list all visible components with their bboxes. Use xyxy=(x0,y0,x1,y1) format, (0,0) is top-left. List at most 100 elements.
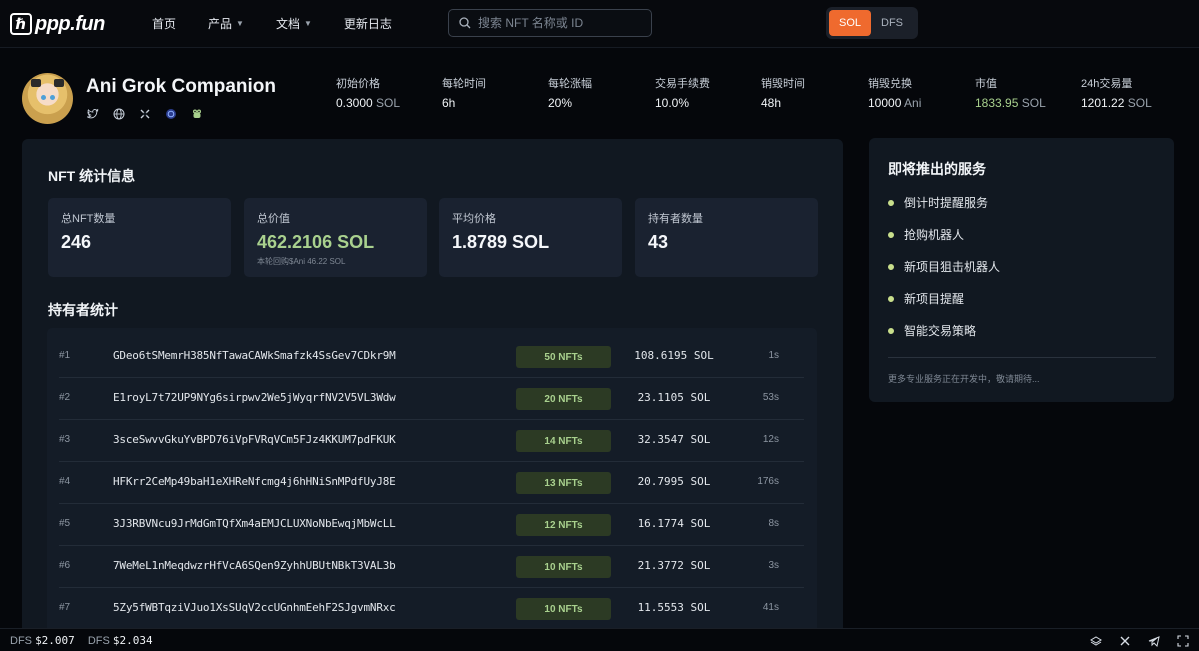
table-row[interactable]: #4 HFKrr2CeMp49baH1eXHReNfcmg4j6hHNiSnMP… xyxy=(59,462,804,504)
nav-home[interactable]: 首页 xyxy=(152,15,176,32)
ticker-price: $2.034 xyxy=(112,634,153,647)
nft-count-badge: 20 NFTs xyxy=(516,388,611,410)
site-logo[interactable]: ℏ ppp.fun xyxy=(10,12,105,36)
row-time: 176s xyxy=(757,476,779,487)
stat-number: 48h xyxy=(761,96,782,110)
card-total-nft: 总NFT数量 246 xyxy=(48,198,231,277)
search-input[interactable] xyxy=(478,16,648,30)
avatar-detail xyxy=(31,79,41,87)
stat-24h-volume: 24h交易量 1201.22 SOL xyxy=(1081,75,1152,110)
row-address[interactable]: HFKrr2CeMp49baH1eXHReNfcmg4j6hHNiSnMPdfU… xyxy=(113,475,396,488)
x-icon[interactable] xyxy=(1118,634,1131,647)
nav-products[interactable]: 产品 ▼ xyxy=(208,15,244,32)
holders-table: #1 GDeo6tSMemrH385NfTawaCAWkSmafzk4SsGev… xyxy=(47,328,817,639)
stat-value: 0.3000 SOL xyxy=(336,96,400,110)
stat-label: 每轮涨幅 xyxy=(548,78,592,90)
main-nav: 首页 产品 ▼ 文档 ▼ 更新日志 xyxy=(152,15,424,32)
toggle-sol[interactable]: SOL xyxy=(829,10,871,36)
nft-count-badge: 10 NFTs xyxy=(516,598,611,620)
stat-label: 销毁兑换 xyxy=(868,78,912,90)
row-time: 3s xyxy=(768,560,779,571)
row-address[interactable]: 3sceSwvvGkuYvBPD76iVpFVRqVCm5FJz4KKUM7pd… xyxy=(113,433,396,446)
row-sol-value: 108.6195 SOL xyxy=(634,349,714,362)
stat-number: 1833.95 xyxy=(975,96,1019,110)
card-label: 平均价格 xyxy=(452,213,496,225)
card-label: 总价值 xyxy=(257,213,290,225)
row-time: 41s xyxy=(762,602,779,613)
table-row[interactable]: #1 GDeo6tSMemrH385NfTawaCAWkSmafzk4SsGev… xyxy=(59,336,804,378)
row-address[interactable]: 3J3RBVNcu9JrMdGmTQfXm4aEMJCLUXNoNbEwqjMb… xyxy=(113,517,396,530)
stat-value: 6h xyxy=(442,96,486,110)
row-rank: #5 xyxy=(59,518,71,529)
table-row[interactable]: #2 E1royL7t72UP9NYg6sirpwv2We5jWyqrfNV2V… xyxy=(59,378,804,420)
avatar-detail xyxy=(41,95,46,100)
row-address[interactable]: 7WeMeL1nMeqdwzrHfVcA6SQen9ZyhhUBUtNBkT3V… xyxy=(113,559,396,572)
service-label: 新项目狙击机器人 xyxy=(904,260,1001,274)
divider xyxy=(888,357,1156,358)
stat-unit: Ani xyxy=(904,96,922,110)
service-label: 智能交易策略 xyxy=(904,324,977,338)
table-row[interactable]: #5 3J3RBVNcu9JrMdGmTQfXm4aEMJCLUXNoNbEwq… xyxy=(59,504,804,546)
row-sol-value: 11.5553 SOL xyxy=(637,601,711,614)
service-item: 新项目提醒 xyxy=(888,290,964,307)
row-sol-value: 21.3772 SOL xyxy=(637,559,711,572)
nft-count-badge: 50 NFTs xyxy=(516,346,611,368)
card-label: 持有者数量 xyxy=(648,213,703,225)
token-icon[interactable] xyxy=(164,107,177,120)
toggle-dfs[interactable]: DFS xyxy=(871,10,913,36)
telegram-icon[interactable] xyxy=(1147,634,1160,647)
row-address[interactable]: 5Zy5fWBTqziVJuo1XsSUqV2ccUGnhmEehF2SJgvm… xyxy=(113,601,396,614)
stat-market-cap: 市值 1833.95 SOL xyxy=(975,75,1046,110)
row-sol-value: 16.1774 SOL xyxy=(637,517,711,530)
project-name: Ani Grok Companion xyxy=(86,76,276,97)
twitter-icon[interactable] xyxy=(86,107,99,120)
card-holder-count: 持有者数量 43 xyxy=(635,198,818,277)
upcoming-services-panel: 即将推出的服务 倒计时提醒服务 抢购机器人 新项目狙击机器人 新项目提醒 智能交… xyxy=(869,138,1174,402)
row-rank: #1 xyxy=(59,350,71,361)
row-address[interactable]: E1royL7t72UP9NYg6sirpwv2We5jWyqrfNV2V5VL… xyxy=(113,391,396,404)
upcoming-note: 更多专业服务正在开发中，敬请期待... xyxy=(888,374,1040,384)
card-value: 43 xyxy=(648,232,669,252)
service-item: 新项目狙击机器人 xyxy=(888,258,1000,275)
row-address[interactable]: GDeo6tSMemrH385NfTawaCAWkSmafzk4SsGev7CD… xyxy=(113,349,396,362)
service-item: 智能交易策略 xyxy=(888,322,976,339)
stat-label: 市值 xyxy=(975,78,997,90)
table-row[interactable]: #7 5Zy5fWBTqziVJuo1XsSUqV2ccUGnhmEehF2SJ… xyxy=(59,588,804,630)
globe-icon[interactable] xyxy=(112,107,125,120)
stat-number: 0.3000 xyxy=(336,96,373,110)
row-rank: #7 xyxy=(59,602,71,613)
nft-stats-panel: NFT 统计信息 总NFT数量 246 总价值 462.2106 SOL 本轮回… xyxy=(22,139,843,639)
gitbook-icon[interactable] xyxy=(1089,634,1102,647)
row-time: 12s xyxy=(762,434,779,445)
stat-label: 每轮时间 xyxy=(442,78,486,90)
service-item: 抢购机器人 xyxy=(888,226,964,243)
stat-round-time: 每轮时间 6h xyxy=(442,75,486,110)
nav-changelog[interactable]: 更新日志 xyxy=(344,15,392,32)
nft-count-badge: 14 NFTs xyxy=(516,430,611,452)
table-row[interactable]: #6 7WeMeL1nMeqdwzrHfVcA6SQen9ZyhhUBUtNBk… xyxy=(59,546,804,588)
ticker-symbol: DFS xyxy=(87,635,110,647)
bullet-dot-icon xyxy=(888,327,894,334)
currency-toggle: SOL DFS xyxy=(826,7,918,39)
table-row[interactable]: #3 3sceSwvvGkuYvBPD76iVpFVRqVCm5FJz4KKUM… xyxy=(59,420,804,462)
row-rank: #6 xyxy=(59,560,71,571)
nav-docs-label: 文档 xyxy=(275,17,300,31)
frog-icon[interactable] xyxy=(190,107,203,120)
logo-text: ppp.fun xyxy=(35,12,105,35)
nav-docs[interactable]: 文档 ▼ xyxy=(276,15,312,32)
social-links xyxy=(86,107,216,120)
expand-icon[interactable] xyxy=(1176,634,1189,647)
row-rank: #2 xyxy=(59,392,71,403)
stat-value: 1201.22 SOL xyxy=(1081,96,1152,110)
bullet-dot-icon xyxy=(888,263,894,270)
stat-number: 6h xyxy=(442,96,456,110)
logo-mark: ℏ xyxy=(10,13,32,35)
card-total-value: 总价值 462.2106 SOL 本轮回购$Ani 46.22 SOL xyxy=(244,198,427,277)
upcoming-title: 即将推出的服务 xyxy=(888,161,986,177)
row-sol-value: 20.7995 SOL xyxy=(637,475,711,488)
stat-number: 20% xyxy=(548,96,573,110)
chevron-down-icon: ▼ xyxy=(236,19,244,28)
avatar-detail xyxy=(54,79,64,87)
card-value: 462.2106 SOL xyxy=(257,232,375,252)
x-icon[interactable] xyxy=(138,107,151,120)
